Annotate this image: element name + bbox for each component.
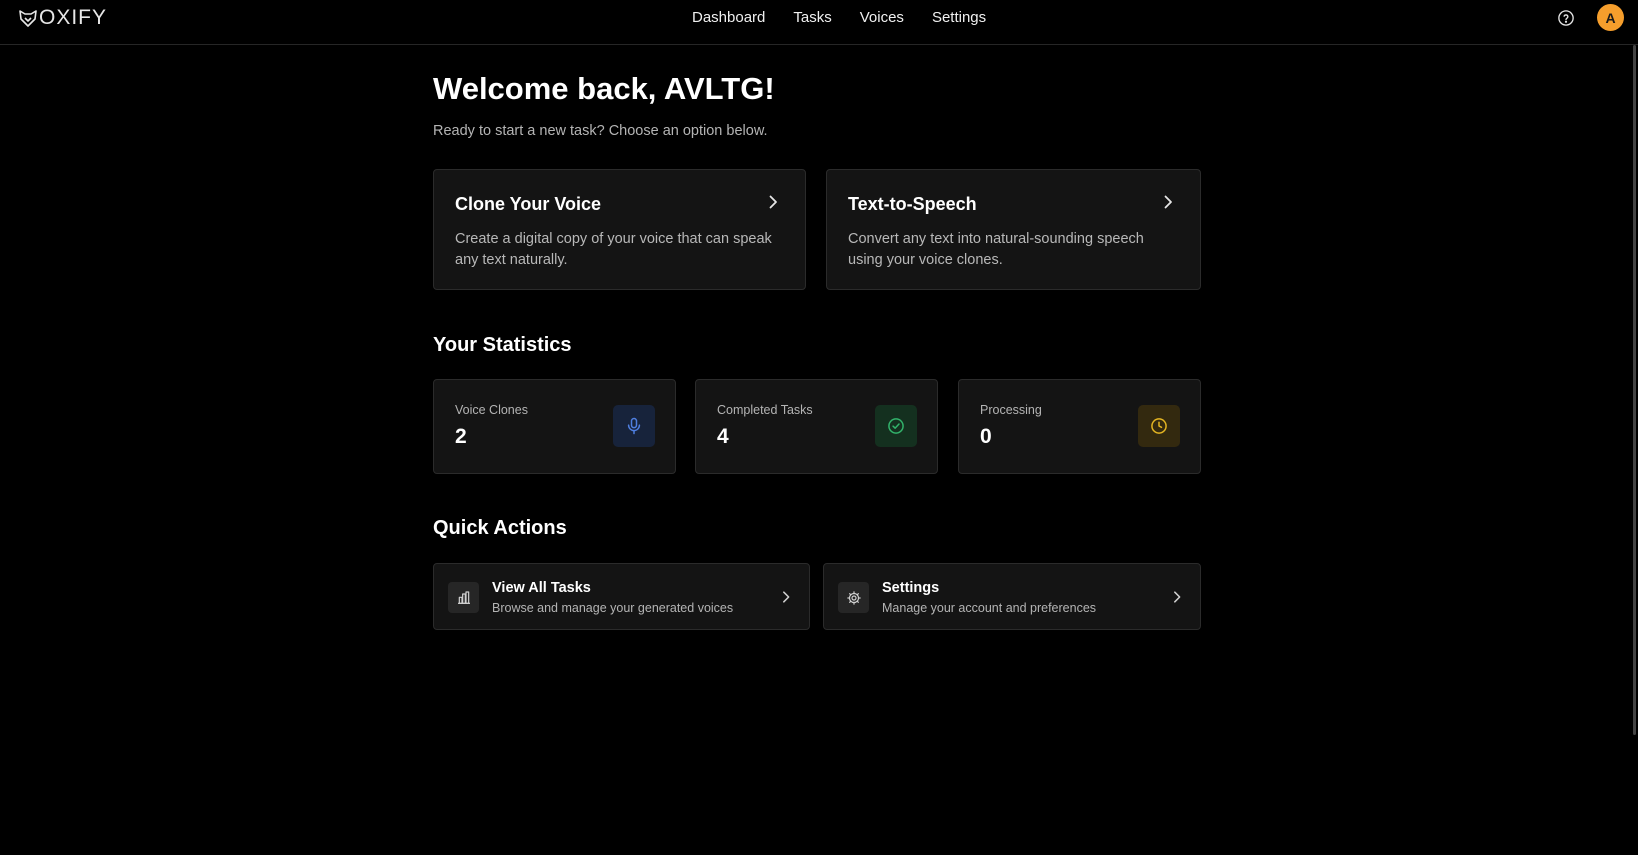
card-description: Convert any text into natural-sounding s… [848, 231, 1144, 268]
clock-icon [1138, 405, 1180, 447]
stat-card-voice-clones: Voice Clones 2 [433, 379, 676, 474]
user-avatar[interactable]: A [1597, 4, 1624, 31]
clone-voice-card[interactable]: Clone Your Voice Create a digital copy o… [433, 169, 806, 290]
chevron-right-icon [1174, 591, 1181, 603]
check-circle-icon [875, 405, 917, 447]
bar-chart-icon [448, 582, 479, 613]
stat-label: Voice Clones [455, 403, 528, 417]
quick-action-view-all-tasks[interactable]: View All Tasks Browse and manage your ge… [433, 563, 810, 630]
app-logo[interactable]: OXIFY [18, 6, 107, 30]
stat-label: Processing [980, 403, 1042, 417]
nav-item-settings[interactable]: Settings [932, 9, 986, 26]
stat-card-completed-tasks: Completed Tasks 4 [695, 379, 938, 474]
gear-icon [838, 582, 869, 613]
page-scrollbar[interactable] [1633, 45, 1636, 735]
chevron-right-icon [1164, 195, 1172, 209]
text-to-speech-card[interactable]: Text-to-Speech Convert any text into nat… [826, 169, 1201, 290]
stat-label: Completed Tasks [717, 403, 813, 417]
app-logo-text: OXIFY [39, 6, 108, 29]
quick-action-title: Settings [882, 580, 940, 596]
nav-item-voices[interactable]: Voices [860, 9, 904, 26]
microphone-icon [613, 405, 655, 447]
chevron-right-icon [769, 195, 777, 209]
card-description: Create a digital copy of your voice that… [455, 231, 772, 268]
nav-item-tasks[interactable]: Tasks [793, 9, 831, 26]
card-title: Text-to-Speech [848, 194, 977, 214]
top-navigation-bar: OXIFY Dashboard Tasks Voices Settings A [0, 0, 1638, 45]
quick-action-description: Browse and manage your generated voices [492, 601, 734, 615]
help-circle-icon [1558, 10, 1574, 26]
nav-item-dashboard[interactable]: Dashboard [692, 9, 765, 26]
page-title: Welcome back, AVLTG! [433, 71, 775, 106]
quick-action-settings[interactable]: Settings Manage your account and prefere… [823, 563, 1201, 630]
stat-value: 0 [980, 425, 992, 448]
main-nav: Dashboard Tasks Voices Settings [692, 0, 986, 35]
card-title: Clone Your Voice [455, 194, 602, 214]
chevron-right-icon [783, 591, 790, 603]
quick-actions-heading: Quick Actions [433, 517, 567, 539]
statistics-heading: Your Statistics [433, 334, 572, 356]
fox-head-icon [18, 8, 38, 28]
stat-value: 2 [455, 425, 467, 448]
stat-card-processing: Processing 0 [958, 379, 1201, 474]
quick-action-title: View All Tasks [492, 580, 591, 596]
stat-value: 4 [717, 425, 729, 448]
quick-action-description: Manage your account and preferences [882, 601, 1097, 615]
page-subtitle: Ready to start a new task? Choose an opt… [433, 123, 768, 139]
help-button[interactable] [1556, 8, 1576, 28]
